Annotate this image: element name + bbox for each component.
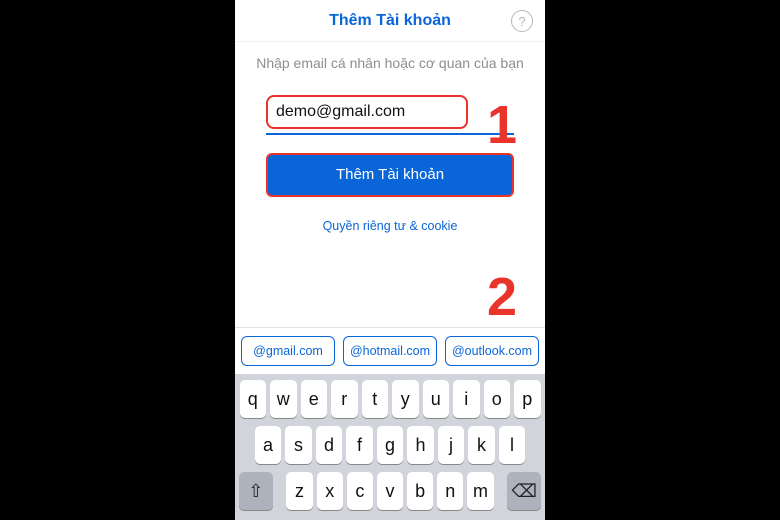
shift-icon: ⇧ [248,481,263,502]
header: Thêm Tài khoản ? [235,0,545,42]
phone-frame: Thêm Tài khoản ? Nhập email cá nhân hoặc… [235,0,545,520]
key-j[interactable]: j [438,426,465,464]
key-k[interactable]: k [468,426,495,464]
keyboard-row-1: q w e r t y u i o p [239,380,541,418]
key-a[interactable]: a [255,426,282,464]
key-backspace[interactable]: ⌫ [507,472,541,510]
key-g[interactable]: g [377,426,404,464]
key-shift[interactable]: ⇧ [239,472,273,510]
key-l[interactable]: l [499,426,526,464]
key-p[interactable]: p [514,380,541,418]
key-x[interactable]: x [317,472,343,510]
key-i[interactable]: i [453,380,480,418]
key-c[interactable]: c [347,472,373,510]
key-f[interactable]: f [346,426,373,464]
key-m[interactable]: m [467,472,493,510]
key-z[interactable]: z [286,472,312,510]
help-icon[interactable]: ? [511,10,533,32]
backspace-icon: ⌫ [512,481,537,502]
suggestion-outlook[interactable]: @outlook.com [445,336,539,366]
key-u[interactable]: u [423,380,450,418]
key-w[interactable]: w [270,380,297,418]
key-b[interactable]: b [407,472,433,510]
key-r[interactable]: r [331,380,358,418]
add-account-button[interactable]: Thêm Tài khoản [266,153,514,197]
key-s[interactable]: s [285,426,312,464]
key-d[interactable]: d [316,426,343,464]
annotation-2: 2 [487,266,517,328]
email-domain-suggestions: @gmail.com @hotmail.com @outlook.com [235,327,545,374]
key-o[interactable]: o [484,380,511,418]
key-y[interactable]: y [392,380,419,418]
key-q[interactable]: q [240,380,267,418]
key-e[interactable]: e [301,380,328,418]
key-t[interactable]: t [362,380,389,418]
page-title: Thêm Tài khoản [329,12,451,30]
ios-keyboard: q w e r t y u i o p a s d f g h j k l ⇧ [235,374,545,520]
keyboard-row-3: ⇧ z x c v b n m ⌫ [239,472,541,510]
help-glyph: ? [518,14,525,29]
input-underline [266,133,514,135]
privacy-cookie-link[interactable]: Quyền riêng tư & cookie [323,219,458,233]
suggestion-hotmail[interactable]: @hotmail.com [343,336,437,366]
content-area: Nhập email cá nhân hoặc cơ quan của bạn … [235,42,545,327]
email-input-wrap [266,95,514,135]
key-n[interactable]: n [437,472,463,510]
instruction-text: Nhập email cá nhân hoặc cơ quan của bạn [256,54,524,73]
email-field[interactable] [266,95,468,129]
keyboard-row-2: a s d f g h j k l [239,426,541,464]
suggestion-gmail[interactable]: @gmail.com [241,336,335,366]
key-h[interactable]: h [407,426,434,464]
key-v[interactable]: v [377,472,403,510]
